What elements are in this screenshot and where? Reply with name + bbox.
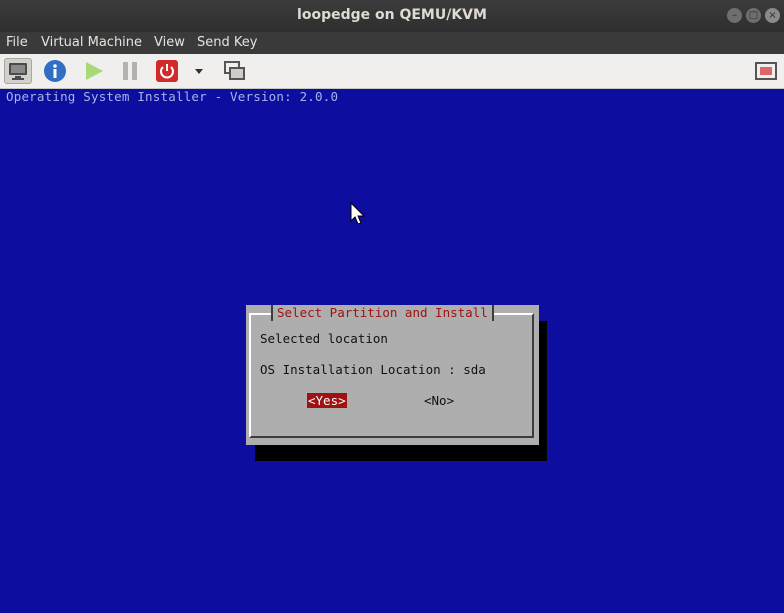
yes-button[interactable]: <Yes> — [307, 393, 347, 408]
toolbar — [0, 54, 784, 89]
info-icon — [44, 60, 66, 82]
run-button[interactable] — [80, 58, 108, 84]
menu-virtual-machine[interactable]: Virtual Machine — [41, 35, 142, 50]
menu-view[interactable]: View — [154, 35, 185, 50]
fullscreen-button[interactable] — [752, 58, 780, 84]
pause-button[interactable] — [116, 58, 144, 84]
title-bar[interactable]: loopedge on QEMU/KVM – □ × — [0, 0, 784, 32]
no-button[interactable]: <No> — [424, 393, 454, 408]
dialog-title: Select Partition and Install — [271, 305, 494, 321]
fullscreen-icon — [755, 62, 777, 80]
menu-send-key[interactable]: Send Key — [197, 35, 257, 50]
monitor-icon — [9, 63, 27, 80]
power-icon — [156, 60, 178, 82]
vm-window: loopedge on QEMU/KVM – □ × File Virtual … — [0, 0, 784, 613]
snapshots-icon — [224, 61, 245, 80]
play-icon — [86, 62, 103, 80]
install-location-text: OS Installation Location : sda — [260, 362, 486, 377]
pause-icon — [123, 62, 137, 80]
details-button[interactable] — [41, 58, 69, 84]
mouse-pointer-icon — [350, 202, 366, 225]
selected-location-label: Selected location — [260, 331, 388, 346]
snapshots-button[interactable] — [221, 58, 249, 84]
shutdown-menu-button[interactable] — [188, 58, 210, 84]
close-button[interactable]: × — [765, 8, 780, 23]
shutdown-button[interactable] — [153, 58, 181, 84]
installer-banner: Operating System Installer - Version: 2.… — [6, 89, 339, 104]
vm-console-screen[interactable]: Operating System Installer - Version: 2.… — [0, 89, 784, 613]
window-title: loopedge on QEMU/KVM — [297, 7, 487, 23]
chevron-down-icon — [195, 69, 203, 74]
menu-bar: File Virtual Machine View Send Key — [0, 32, 784, 54]
minimize-button[interactable]: – — [727, 8, 742, 23]
menu-file[interactable]: File — [6, 35, 28, 50]
partition-dialog: Select Partition and Install Selected lo… — [246, 305, 539, 445]
console-view-button[interactable] — [4, 58, 32, 84]
maximize-button[interactable]: □ — [746, 8, 761, 23]
